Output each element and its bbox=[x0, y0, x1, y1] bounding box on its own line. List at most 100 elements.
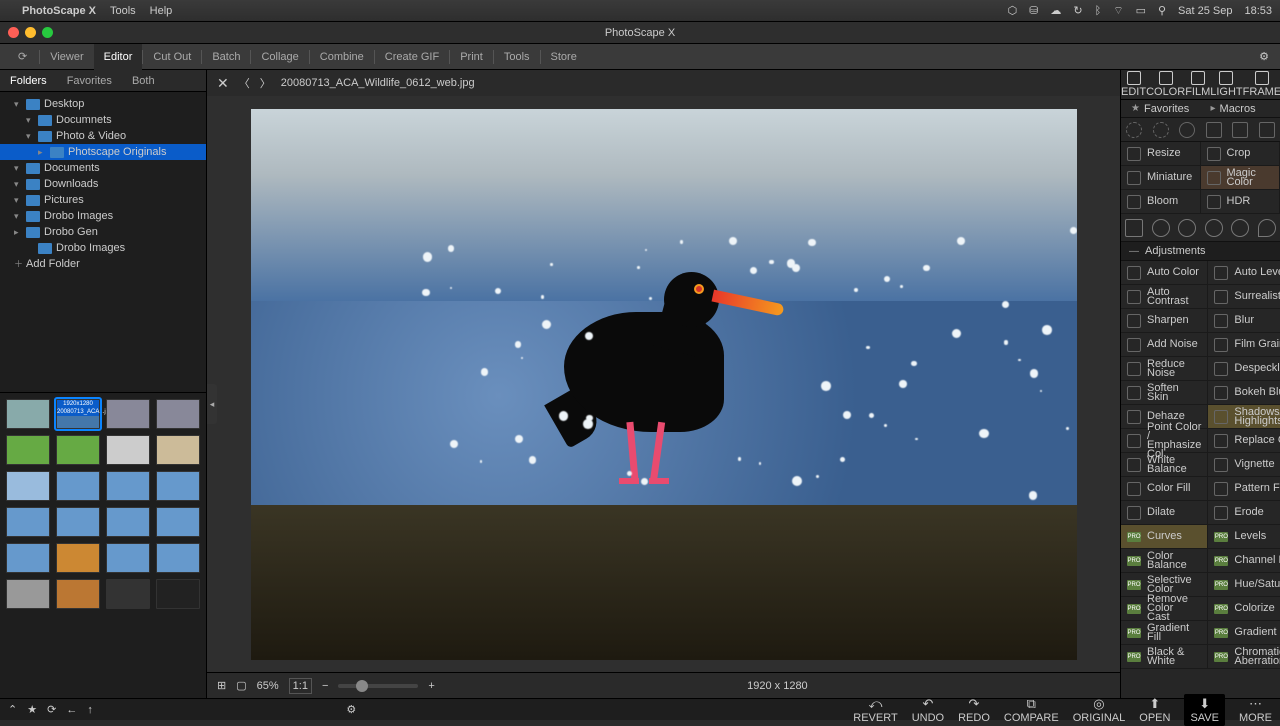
tool-sharpen[interactable]: Sharpen bbox=[1121, 309, 1208, 333]
canvas[interactable]: ◂ bbox=[207, 96, 1120, 672]
tab-store[interactable]: Store bbox=[541, 44, 587, 70]
circle-shape-icon[interactable] bbox=[1152, 219, 1170, 237]
thumbnail[interactable] bbox=[106, 435, 150, 465]
rtab-color[interactable]: COLOR bbox=[1146, 70, 1185, 99]
tool-pattern-fill[interactable]: Pattern Fill bbox=[1208, 477, 1280, 501]
drop-icon[interactable] bbox=[1258, 219, 1276, 237]
tool-auto-color[interactable]: Auto Color bbox=[1121, 261, 1208, 285]
rtab-light[interactable]: LIGHT bbox=[1210, 70, 1242, 99]
thumbnail[interactable] bbox=[106, 399, 150, 429]
dropbox-icon[interactable]: ⬡ bbox=[1008, 4, 1018, 17]
tool-dilate[interactable]: Dilate bbox=[1121, 501, 1208, 525]
tool-film-grain[interactable]: Film Grain bbox=[1208, 333, 1280, 357]
clock-time[interactable]: 18:53 bbox=[1244, 5, 1272, 17]
rotate-ccw-icon[interactable] bbox=[1126, 122, 1142, 138]
rtab-film[interactable]: FILM bbox=[1185, 70, 1210, 99]
menu-help[interactable]: Help bbox=[150, 5, 173, 17]
thumbnail[interactable] bbox=[156, 543, 200, 573]
tool-hue-saturation[interactable]: PROHue/Saturation bbox=[1208, 573, 1280, 597]
tool-gradient-fill[interactable]: PROGradient Fill bbox=[1121, 621, 1208, 645]
settings-gear-icon[interactable]: ⚙ bbox=[1254, 47, 1274, 67]
square-shape-icon[interactable] bbox=[1125, 219, 1143, 237]
tool-levels[interactable]: PROLevels bbox=[1208, 525, 1280, 549]
folder-documnets[interactable]: ▾Documnets bbox=[0, 112, 206, 128]
status-icon[interactable]: ⛁ bbox=[1029, 4, 1038, 17]
bottom-save[interactable]: ⬇SAVE bbox=[1184, 694, 1225, 726]
tool-color-fill[interactable]: Color Fill bbox=[1121, 477, 1208, 501]
thumbnail[interactable] bbox=[106, 543, 150, 573]
tool-crop[interactable]: Crop bbox=[1201, 142, 1280, 166]
next-image-icon[interactable]: 〉 bbox=[260, 75, 271, 91]
tool-point-color-emphasize-col-[interactable]: Point Color /Emphasize Col. bbox=[1121, 429, 1208, 453]
tab-collage[interactable]: Collage bbox=[251, 44, 308, 70]
folder-desktop[interactable]: ▾Desktop bbox=[0, 96, 206, 112]
grid-icon[interactable]: ⊞ bbox=[217, 679, 226, 692]
settings-icon[interactable]: ⚙ bbox=[346, 703, 356, 716]
tool-resize[interactable]: Resize bbox=[1121, 142, 1201, 166]
flip-v-icon[interactable] bbox=[1232, 122, 1248, 138]
spotlight-icon[interactable]: ⚲ bbox=[1158, 4, 1166, 17]
app-name[interactable]: PhotoScape X bbox=[22, 5, 96, 17]
folder-add-folder[interactable]: ＋Add Folder bbox=[0, 256, 206, 272]
rotate-free-icon[interactable] bbox=[1179, 122, 1195, 138]
tool-blur[interactable]: Blur bbox=[1208, 309, 1280, 333]
tool-soften-skin[interactable]: Soften Skin bbox=[1121, 381, 1208, 405]
thumbnail[interactable] bbox=[56, 471, 100, 501]
thumbnail[interactable] bbox=[156, 579, 200, 609]
tool-hdr[interactable]: HDR bbox=[1201, 190, 1280, 214]
tool-erode[interactable]: Erode bbox=[1208, 501, 1280, 525]
tool-channel-mixer[interactable]: PROChannel Mixer bbox=[1208, 549, 1280, 573]
tab-creategif[interactable]: Create GIF bbox=[375, 44, 449, 70]
thumbnail[interactable] bbox=[56, 435, 100, 465]
close-window[interactable] bbox=[8, 27, 19, 38]
circle3-icon[interactable] bbox=[1205, 219, 1223, 237]
tool-chromatic-aberration[interactable]: PROChromaticAberration bbox=[1208, 645, 1280, 669]
tool-black-white[interactable]: PROBlack & White bbox=[1121, 645, 1208, 669]
rotate-cw-icon[interactable] bbox=[1153, 122, 1169, 138]
tab-editor[interactable]: Editor bbox=[94, 44, 143, 70]
tool-auto-levels[interactable]: Auto Levels bbox=[1208, 261, 1280, 285]
tool-surrealistic[interactable]: Surrealistic bbox=[1208, 285, 1280, 309]
bottom-undo[interactable]: ↶UNDO bbox=[912, 696, 944, 724]
folder-pictures[interactable]: ▾Pictures bbox=[0, 192, 206, 208]
bluetooth-icon[interactable]: ᛒ bbox=[1095, 5, 1102, 17]
tab-cutout[interactable]: Cut Out bbox=[143, 44, 201, 70]
tool-colorize[interactable]: PROColorize bbox=[1208, 597, 1280, 621]
wifi-icon[interactable]: ⌔ bbox=[1113, 4, 1123, 18]
thumbnail[interactable] bbox=[6, 579, 50, 609]
tool-despeckle[interactable]: Despeckle bbox=[1208, 357, 1280, 381]
thumbnail[interactable] bbox=[106, 471, 150, 501]
tool-curves[interactable]: PROCurves bbox=[1121, 525, 1208, 549]
clock-date[interactable]: Sat 25 Sep bbox=[1178, 5, 1232, 17]
zoom-ratio[interactable]: 1:1 bbox=[289, 678, 312, 694]
thumbnail[interactable] bbox=[6, 543, 50, 573]
tab-tools[interactable]: Tools bbox=[494, 44, 540, 70]
sidetab-favorites[interactable]: Favorites bbox=[57, 70, 122, 91]
favorites-section[interactable]: ★ Favorites bbox=[1121, 100, 1201, 117]
bottom-original[interactable]: ◎ORIGINAL bbox=[1073, 696, 1126, 724]
tool-bloom[interactable]: Bloom bbox=[1121, 190, 1201, 214]
flip-h-icon[interactable] bbox=[1206, 122, 1222, 138]
thumbnail[interactable] bbox=[106, 579, 150, 609]
home-search-icon[interactable]: ⟳ bbox=[6, 44, 39, 70]
rtab-frame[interactable]: FRAME bbox=[1243, 70, 1280, 99]
back-arrow-icon[interactable]: ← bbox=[66, 704, 77, 716]
cloud-icon[interactable]: ☁ bbox=[1050, 4, 1061, 17]
rtab-edit[interactable]: EDIT bbox=[1121, 70, 1146, 99]
bottom-more[interactable]: ⋯MORE bbox=[1239, 696, 1272, 724]
circle4-icon[interactable] bbox=[1231, 219, 1249, 237]
folder-drobo-images[interactable]: Drobo Images bbox=[0, 240, 206, 256]
tool-remove-color-cast[interactable]: PRORemove ColorCast bbox=[1121, 597, 1208, 621]
thumbnail[interactable] bbox=[156, 435, 200, 465]
tool-bokeh-blur[interactable]: Bokeh Blur bbox=[1208, 381, 1280, 405]
thumbnail[interactable]: 1920x128020080713_ACA...jpg bbox=[56, 399, 100, 429]
macros-section[interactable]: ▸ Macros bbox=[1201, 100, 1280, 117]
close-file-icon[interactable]: ✕ bbox=[217, 75, 229, 92]
tool-gradient-map[interactable]: PROGradient Map bbox=[1208, 621, 1280, 645]
tool-vignette[interactable]: Vignette bbox=[1208, 453, 1280, 477]
zoom-in-icon[interactable]: + bbox=[428, 680, 434, 692]
folder-documents[interactable]: ▾Documents bbox=[0, 160, 206, 176]
tool-color-balance[interactable]: PROColor Balance bbox=[1121, 549, 1208, 573]
sidetab-folders[interactable]: Folders bbox=[0, 70, 57, 91]
straighten-icon[interactable] bbox=[1259, 122, 1275, 138]
